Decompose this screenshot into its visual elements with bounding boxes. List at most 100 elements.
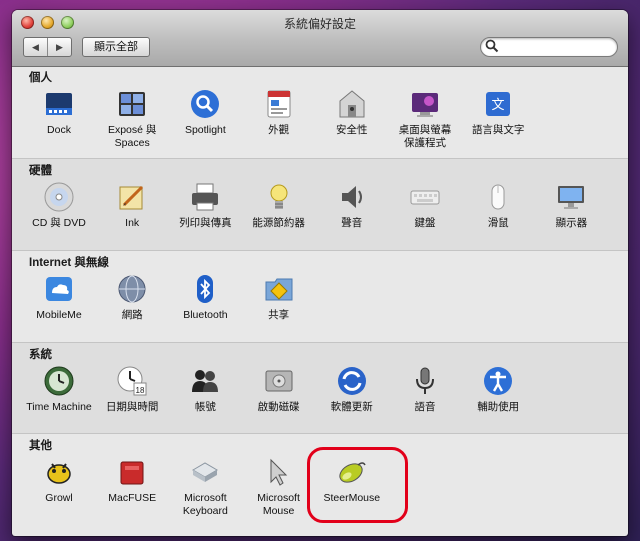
pref-pane-label: 語音 [414, 401, 436, 413]
toolbar: 系統偏好設定 ◀ ▶ 顯示全部 [12, 10, 628, 67]
pref-pane-label: Growl [45, 492, 73, 504]
system-preferences-window: 系統偏好設定 ◀ ▶ 顯示全部 個人 Dock Exposé 與 Spaces Spo… [12, 10, 628, 536]
mobileme-icon [46, 277, 72, 301]
pref-pane-microsoft-keyboard[interactable]: Microsoft Keyboard [168, 456, 242, 518]
growl-icon [47, 463, 71, 484]
pref-pane-label: Dock [47, 124, 71, 136]
ink-icon [119, 185, 144, 210]
pref-pane-ink[interactable]: Ink [95, 181, 169, 230]
pref-pane-security[interactable]: 安全性 [315, 88, 389, 137]
section-title: Internet 與無線 [29, 257, 109, 269]
sound-icon [341, 186, 362, 208]
pref-pane-label: 能源節約器 [252, 217, 305, 229]
security-icon [339, 90, 365, 118]
date-time-icon: 18 [117, 366, 147, 396]
svg-text:18: 18 [136, 386, 145, 395]
bluetooth-icon [197, 275, 214, 303]
pref-pane-label: MobileMe [36, 309, 82, 321]
pref-pane-speech[interactable]: 語音 [388, 365, 462, 414]
pref-pane-bluetooth[interactable]: Bluetooth [168, 273, 242, 322]
cd-dvd-icon [44, 182, 74, 212]
pref-pane-universal-access[interactable]: 輔助使用 [461, 365, 535, 414]
section-1: 硬體 CD 與 DVD Ink 列印與傳真 能源節約器 聲音 鍵盤 滑鼠 顯示器 [12, 158, 628, 251]
pref-pane-label: Microsoft Keyboard [182, 492, 228, 517]
pref-pane-label: 列印與傳真 [179, 217, 232, 229]
network-icon [118, 275, 146, 303]
pref-pane-label: 鍵盤 [414, 217, 436, 229]
pref-pane-spotlight[interactable]: Spotlight [168, 88, 242, 137]
print-fax-icon [192, 183, 219, 211]
pref-pane-label: 共享 [268, 309, 290, 321]
pref-pane-date-time[interactable]: 18 日期與時間 [95, 365, 169, 414]
section-title: 個人 [29, 72, 52, 84]
search-input[interactable] [499, 39, 609, 53]
section-4: 其他 Growl MacFUSE Microsoft Keyboard Microsof… [12, 433, 628, 536]
pref-pane-label: 外觀 [268, 124, 290, 136]
pref-pane-cd-dvd[interactable]: CD 與 DVD [22, 181, 96, 230]
pref-pane-expose-spaces[interactable]: Exposé 與 Spaces [95, 88, 169, 150]
pref-pane-software-update[interactable]: 軟體更新 [315, 365, 389, 414]
accounts-icon [192, 370, 219, 392]
pref-pane-mouse[interactable]: 滑鼠 [461, 181, 535, 230]
pref-pane-label: 語言與文字 [471, 124, 525, 136]
macfuse-icon [120, 461, 144, 485]
pref-pane-microsoft-mouse[interactable]: Microsoft Mouse [242, 456, 316, 518]
section-0: 個人 Dock Exposé 與 Spaces Spotlight 外觀 安全性 桌面與螢幕… [12, 66, 628, 158]
desktop-screensaver-icon [412, 93, 438, 117]
energy-saver-icon [270, 184, 288, 209]
pref-pane-appearance[interactable]: 外觀 [242, 88, 316, 137]
pref-pane-label: Spotlight [184, 124, 226, 136]
dock-icon [46, 93, 72, 115]
pref-pane-steermouse[interactable]: SteerMouse [315, 456, 389, 505]
pref-pane-label: Microsoft Mouse [257, 492, 300, 517]
section-title: 系統 [29, 349, 52, 361]
pref-pane-label: SteerMouse [323, 492, 381, 504]
pref-pane-startup-disk[interactable]: 啟動磁碟 [242, 365, 316, 414]
pref-pane-label: 顯示器 [555, 217, 588, 229]
pref-pane-mobileme[interactable]: MobileMe [22, 273, 96, 322]
pref-pane-label: Bluetooth [183, 309, 228, 321]
pref-pane-print-fax[interactable]: 列印與傳真 [168, 181, 242, 230]
pref-pane-language-text[interactable]: 文語言與文字 [461, 88, 535, 137]
pref-pane-energy-saver[interactable]: 能源節約器 [242, 181, 316, 230]
expose-spaces-icon [119, 92, 146, 116]
svg-text:文: 文 [492, 98, 505, 113]
section-2: Internet 與無線 MobileMe 網路 Bluetooth 共享 [12, 250, 628, 343]
window-title: 系統偏好設定 [283, 17, 356, 31]
pref-pane-label: Time Machine [26, 401, 92, 413]
pref-pane-label: 聲音 [341, 217, 363, 229]
pref-pane-accounts[interactable]: 帳號 [168, 365, 242, 414]
microsoft-keyboard-icon [192, 462, 219, 482]
pref-pane-label: MacFUSE [108, 492, 157, 504]
display-icon [558, 186, 585, 209]
pref-pane-label: Exposé 與 Spaces [107, 124, 157, 149]
pref-pane-label: Ink [125, 217, 140, 229]
pref-pane-macfuse[interactable]: MacFUSE [95, 456, 169, 505]
software-update-icon [337, 367, 366, 395]
pref-pane-sharing[interactable]: 共享 [242, 273, 316, 322]
pref-pane-keyboard[interactable]: 鍵盤 [388, 181, 462, 230]
universal-access-icon [484, 367, 513, 395]
pref-pane-sound[interactable]: 聲音 [315, 181, 389, 230]
section-title: 硬體 [29, 165, 52, 177]
pref-pane-time-machine[interactable]: Time Machine [22, 365, 96, 414]
pref-pane-label: 網路 [121, 309, 143, 321]
spotlight-icon [191, 90, 220, 118]
pref-pane-desktop-screensaver[interactable]: 桌面與螢幕 保護程式 [388, 88, 462, 150]
pref-pane-label: 軟體更新 [330, 401, 373, 413]
pref-pane-network[interactable]: 網路 [95, 273, 169, 322]
forward-button[interactable]: ▶ [47, 38, 71, 56]
back-button[interactable]: ◀ [24, 38, 47, 56]
pref-pane-label: CD 與 DVD [32, 217, 86, 229]
appearance-icon [267, 90, 291, 118]
show-all-button[interactable]: 顯示全部 [82, 37, 150, 57]
pref-pane-label: 桌面與螢幕 保護程式 [398, 124, 452, 149]
search-icon [485, 39, 499, 53]
pref-pane-growl[interactable]: Growl [22, 456, 96, 505]
section-3: 系統 Time Machine 18 日期與時間 帳號 啟動磁碟 軟體更新 語音 輔助使用 [12, 342, 628, 434]
search-field[interactable] [480, 37, 618, 57]
pref-pane-label: 日期與時間 [105, 401, 159, 413]
pref-pane-label: 滑鼠 [487, 217, 509, 229]
pref-pane-display[interactable]: 顯示器 [534, 181, 608, 230]
pref-pane-dock[interactable]: Dock [22, 88, 96, 137]
